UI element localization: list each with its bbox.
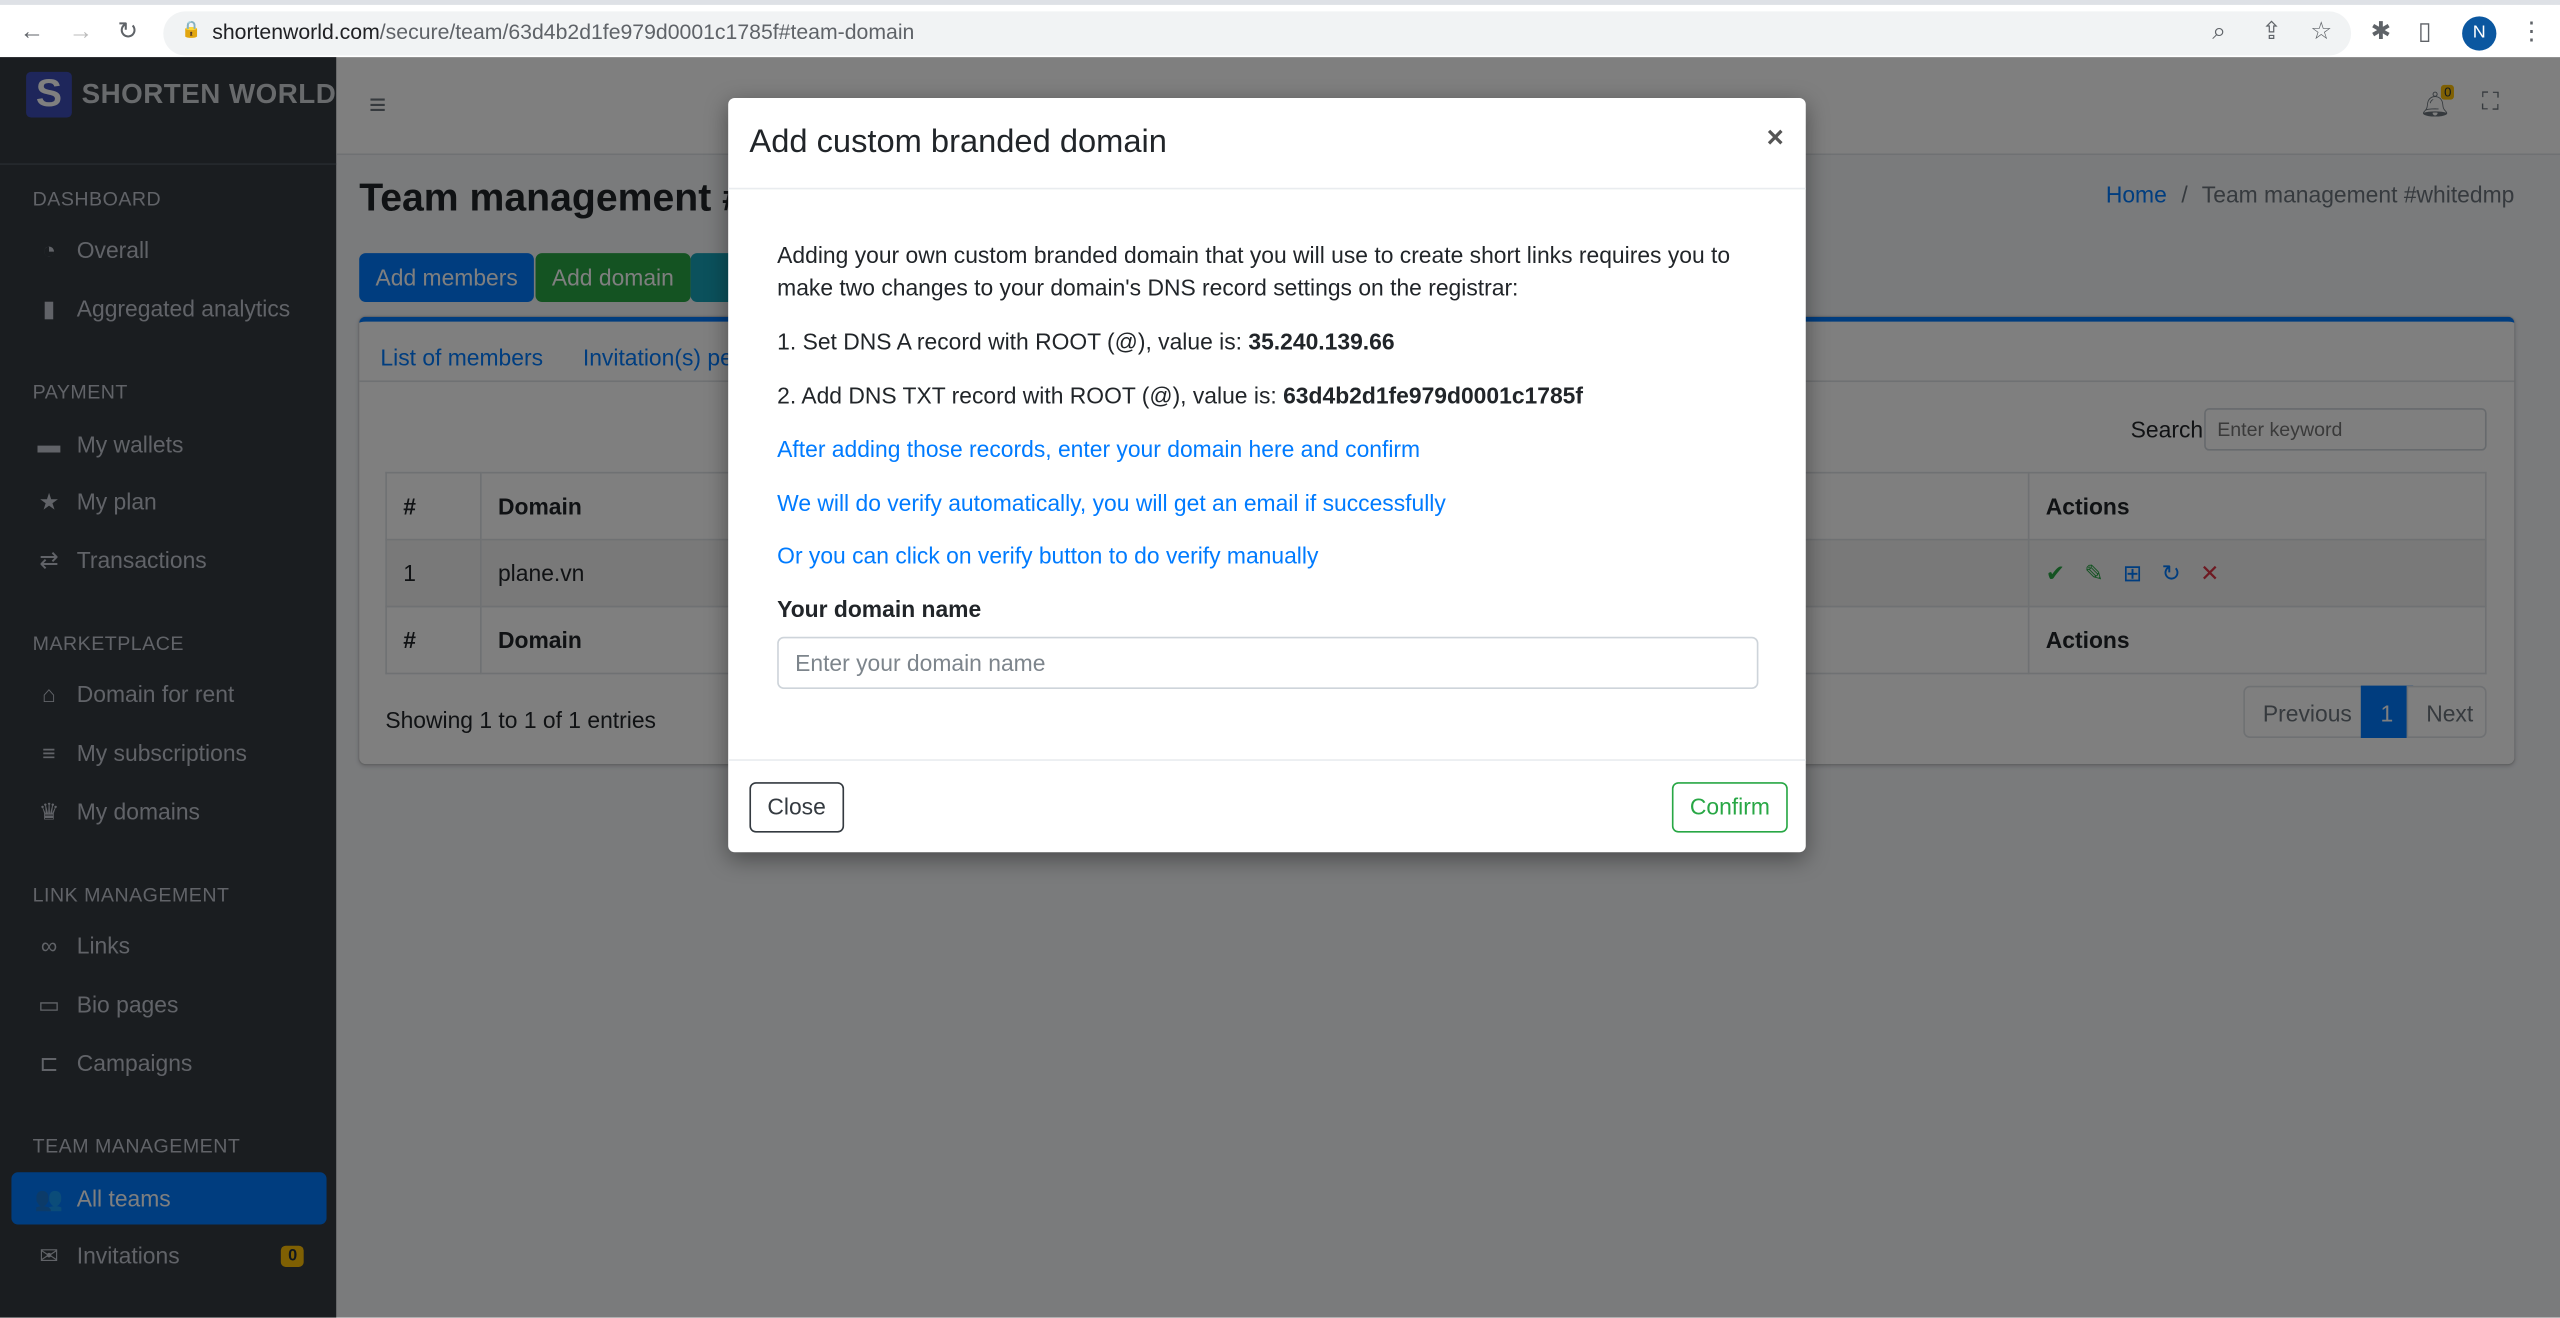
forward-icon[interactable]: →: [69, 16, 93, 49]
url-path: /secure/team/63d4b2d1fe979d0001c1785f#te…: [379, 19, 915, 45]
dns-a-label: 1. Set DNS A record with ROOT (@), value…: [777, 328, 1249, 355]
dns-a-step: 1. Set DNS A record with ROOT (@), value…: [777, 325, 1394, 358]
modal-close-x-button[interactable]: ×: [1767, 121, 1784, 155]
reload-icon[interactable]: ↻: [118, 16, 139, 49]
domain-field-label: Your domain name: [777, 595, 982, 623]
url-host: shortenworld.com: [212, 19, 380, 45]
side-panel-icon[interactable]: ▯: [2418, 16, 2431, 49]
url-text[interactable]: shortenworld.com/secure/team/63d4b2d1fe9…: [212, 20, 914, 44]
back-icon[interactable]: ←: [20, 16, 44, 49]
dns-a-value: 35.240.139.66: [1248, 328, 1395, 355]
zoom-icon[interactable]: ⌕: [2212, 16, 2226, 49]
share-icon[interactable]: ⇪: [2261, 16, 2282, 49]
domain-name-input[interactable]: [777, 636, 1759, 689]
browser-toolbar: ← → ↻ 🔒 shortenworld.com/secure/team/63d…: [0, 0, 2560, 58]
instruction-confirm: After adding those records, enter your d…: [777, 435, 1421, 463]
profile-avatar[interactable]: N: [2462, 16, 2497, 51]
address-bar[interactable]: 🔒 shortenworld.com/secure/team/63d4b2d1f…: [163, 11, 2352, 56]
modal-footer-divider: [728, 759, 1806, 761]
modal-intro-text: Adding your own custom branded domain th…: [777, 241, 1731, 301]
instruction-manual-verify: Or you can click on verify button to do …: [777, 542, 1319, 569]
confirm-button[interactable]: Confirm: [1671, 782, 1788, 833]
lock-icon: 🔒: [181, 21, 202, 40]
dns-txt-value: 63d4b2d1fe979d0001c1785f: [1283, 382, 1584, 409]
modal-header: Add custom branded domain ×: [728, 98, 1806, 190]
add-domain-modal: Add custom branded domain × Adding your …: [728, 97, 1806, 853]
close-button[interactable]: Close: [749, 782, 844, 833]
instruction-auto-verify: We will do verify automatically, you wil…: [777, 489, 1446, 516]
dns-txt-label: 2. Add DNS TXT record with ROOT (@), val…: [777, 382, 1284, 409]
dns-txt-step: 2. Add DNS TXT record with ROOT (@), val…: [777, 379, 1583, 412]
extensions-icon[interactable]: ✱: [2371, 16, 2392, 49]
bookmark-star-icon[interactable]: ☆: [2310, 16, 2332, 49]
menu-dots-icon[interactable]: ⋮: [2519, 16, 2543, 49]
modal-title: Add custom branded domain: [749, 124, 1167, 161]
